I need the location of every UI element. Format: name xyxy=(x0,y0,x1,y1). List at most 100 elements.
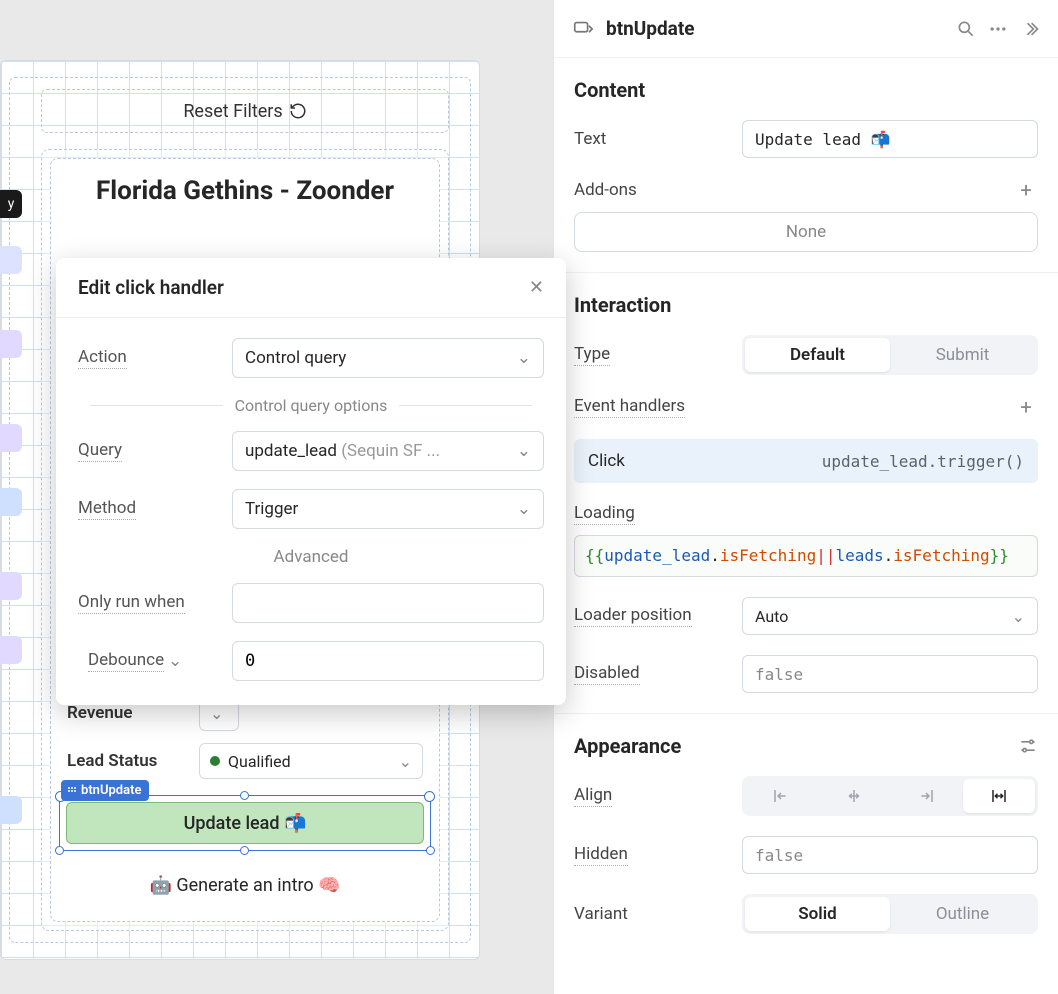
type-option-submit[interactable]: Submit xyxy=(890,338,1035,372)
align-segmented[interactable] xyxy=(742,776,1038,816)
chevron-down-icon: ⌄ xyxy=(517,499,531,519)
type-label: Type xyxy=(574,344,730,366)
addons-none[interactable]: None xyxy=(574,212,1038,252)
reset-filters-label: Reset Filters xyxy=(183,101,282,122)
update-button-selection[interactable]: Update lead 📬 xyxy=(59,795,431,851)
type-segmented[interactable]: Default Submit xyxy=(742,335,1038,375)
edge-cell xyxy=(0,488,22,516)
inspector-component-name: btnUpdate xyxy=(606,17,944,40)
debounce-label: Debounce ⌄ xyxy=(78,650,232,672)
disabled-value: false xyxy=(755,665,803,684)
variant-option-outline[interactable]: Outline xyxy=(890,897,1035,931)
event-name: Click xyxy=(588,451,625,471)
lead-status-select[interactable]: Qualified ⌄ xyxy=(199,743,423,779)
chevron-down-icon: ⌄ xyxy=(517,348,531,368)
edge-cell xyxy=(0,424,22,452)
loading-label: Loading xyxy=(574,503,730,525)
align-left-icon[interactable] xyxy=(745,779,818,813)
revenue-label: Revenue xyxy=(67,703,187,723)
chevron-down-icon: ⌄ xyxy=(399,752,412,771)
action-label: Action xyxy=(78,347,232,369)
modal-title: Edit click handler xyxy=(78,276,224,299)
edge-cell xyxy=(0,796,22,824)
chevron-down-icon: ⌄ xyxy=(1012,607,1025,626)
event-code: update_lead.trigger() xyxy=(822,452,1024,471)
expand-icon[interactable] xyxy=(1020,19,1040,39)
search-icon[interactable] xyxy=(956,19,976,39)
debounce-input[interactable] xyxy=(232,641,544,681)
loading-expression-input[interactable]: {{update_lead.isFetching||leads.isFetchi… xyxy=(574,535,1038,577)
section-interaction: Interaction xyxy=(574,293,1038,317)
align-label: Align xyxy=(574,785,730,807)
action-select[interactable]: Control query ⌄ xyxy=(232,338,544,378)
modal-header: Edit click handler ✕ xyxy=(56,258,566,318)
method-value: Trigger xyxy=(245,499,298,519)
method-select[interactable]: Trigger ⌄ xyxy=(232,489,544,529)
variant-option-solid[interactable]: Solid xyxy=(745,897,890,931)
inspector-header: btnUpdate xyxy=(554,0,1058,58)
loader-position-value: Auto xyxy=(755,607,788,626)
lead-status-value: Qualified xyxy=(228,752,291,771)
lead-status-row: Lead Status Qualified ⌄ xyxy=(67,743,423,779)
disabled-label: Disabled xyxy=(574,663,730,685)
edge-cell xyxy=(0,636,22,664)
add-event-handler-button[interactable]: + xyxy=(1014,395,1038,419)
drag-handle-icon xyxy=(67,786,77,796)
inspector-panel: btnUpdate Content Text Update lead 📬 Add… xyxy=(553,0,1058,994)
variant-label: Variant xyxy=(574,904,730,924)
selection-badge[interactable]: btnUpdate xyxy=(61,780,149,801)
chevron-down-icon: ⌄ xyxy=(168,651,182,671)
text-value: Update lead 📬 xyxy=(755,130,891,149)
only-run-when-input[interactable] xyxy=(232,583,544,623)
edge-cell xyxy=(0,246,22,274)
update-lead-label: Update lead 📬 xyxy=(184,813,307,834)
variant-segmented[interactable]: Solid Outline xyxy=(742,894,1038,934)
section-content: Content xyxy=(574,78,1038,102)
reload-icon xyxy=(289,102,307,120)
query-source: (Sequin SF ... xyxy=(341,441,440,461)
loader-position-label: Loader position xyxy=(574,605,730,627)
lead-status-label: Lead Status xyxy=(67,751,187,771)
generate-intro-label: 🤖 Generate an intro 🧠 xyxy=(149,875,340,896)
align-stretch-icon[interactable] xyxy=(963,779,1036,813)
align-right-icon[interactable] xyxy=(890,779,963,813)
edge-cell xyxy=(0,572,22,600)
close-icon[interactable]: ✕ xyxy=(529,277,544,298)
settings-sliders-icon[interactable] xyxy=(1018,736,1038,756)
selection-badge-label: btnUpdate xyxy=(81,783,141,798)
loader-position-select[interactable]: Auto ⌄ xyxy=(742,597,1038,635)
query-value: update_lead xyxy=(245,441,337,461)
edge-cell xyxy=(0,330,22,358)
addons-label: Add-ons xyxy=(574,180,730,200)
text-input[interactable]: Update lead 📬 xyxy=(742,120,1038,158)
more-icon[interactable] xyxy=(988,19,1008,39)
action-value: Control query xyxy=(245,348,346,368)
update-lead-button[interactable]: Update lead 📬 xyxy=(66,802,424,844)
text-label: Text xyxy=(574,129,730,149)
query-select[interactable]: update_lead (Sequin SF ... ⌄ xyxy=(232,431,544,471)
chevron-down-icon: ⌄ xyxy=(517,441,531,461)
reset-filters-button[interactable]: Reset Filters xyxy=(41,89,449,133)
hidden-input[interactable]: false xyxy=(742,836,1038,874)
control-query-divider: Control query options xyxy=(78,396,544,415)
component-icon xyxy=(572,18,594,40)
lead-title: Florida Gethins - Zoonder xyxy=(51,159,439,217)
query-label: Query xyxy=(78,440,232,462)
event-handler-row[interactable]: Click update_lead.trigger() xyxy=(574,439,1038,483)
hidden-value: false xyxy=(755,846,803,865)
disabled-input[interactable]: false xyxy=(742,655,1038,693)
generate-intro-button[interactable]: 🤖 Generate an intro 🧠 xyxy=(67,875,423,896)
advanced-divider: Advanced xyxy=(78,547,544,567)
align-center-icon[interactable] xyxy=(818,779,891,813)
only-run-when-label: Only run when xyxy=(78,592,232,614)
status-dot-icon xyxy=(210,756,220,766)
type-option-default[interactable]: Default xyxy=(745,338,890,372)
add-addon-button[interactable]: + xyxy=(1014,178,1038,202)
edge-cell: y xyxy=(0,190,22,218)
chevron-down-icon: ⌄ xyxy=(210,704,223,723)
section-appearance: Appearance xyxy=(574,734,1006,758)
hidden-label: Hidden xyxy=(574,844,730,866)
event-handlers-label: Event handlers xyxy=(574,396,730,418)
edit-click-handler-modal: Edit click handler ✕ Action Control quer… xyxy=(56,258,566,705)
method-label: Method xyxy=(78,498,232,520)
